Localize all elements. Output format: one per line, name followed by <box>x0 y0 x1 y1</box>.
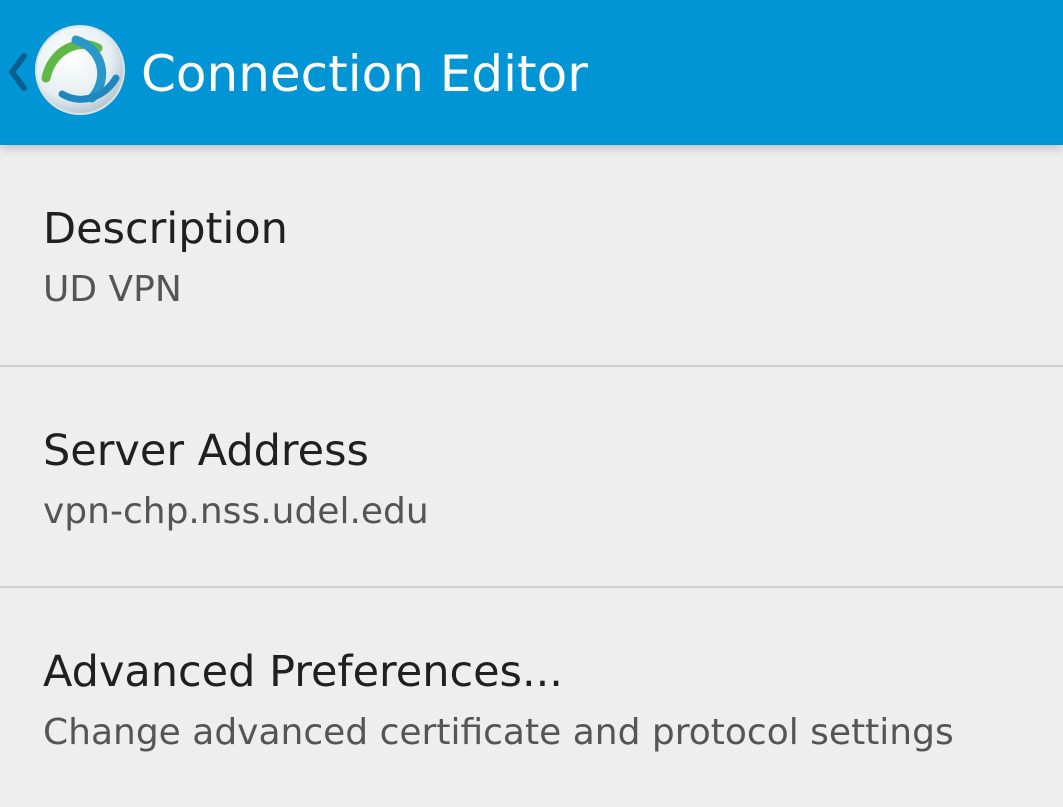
advanced-preferences-summary: Change advanced certificate and protocol… <box>43 712 954 753</box>
action-bar: Connection Editor <box>0 0 1063 145</box>
server-address-preference[interactable]: Server Address vpn-chp.nss.udel.edu <box>0 367 1063 586</box>
up-navigation-button[interactable] <box>0 14 132 130</box>
description-preference[interactable]: Description UD VPN <box>0 145 1063 365</box>
server-address-value: vpn-chp.nss.udel.edu <box>43 491 429 532</box>
description-value: UD VPN <box>43 269 182 310</box>
description-title: Description <box>43 204 288 254</box>
advanced-preferences-item[interactable]: Advanced Preferences... Change advanced … <box>0 588 1063 807</box>
preference-list: Description UD VPN Server Address vpn-ch… <box>0 145 1063 807</box>
anyconnect-logo-icon <box>35 25 125 115</box>
advanced-preferences-title: Advanced Preferences... <box>43 647 563 697</box>
screen-title: Connection Editor <box>141 45 588 103</box>
server-address-title: Server Address <box>43 426 369 476</box>
chevron-left-icon <box>9 53 27 91</box>
